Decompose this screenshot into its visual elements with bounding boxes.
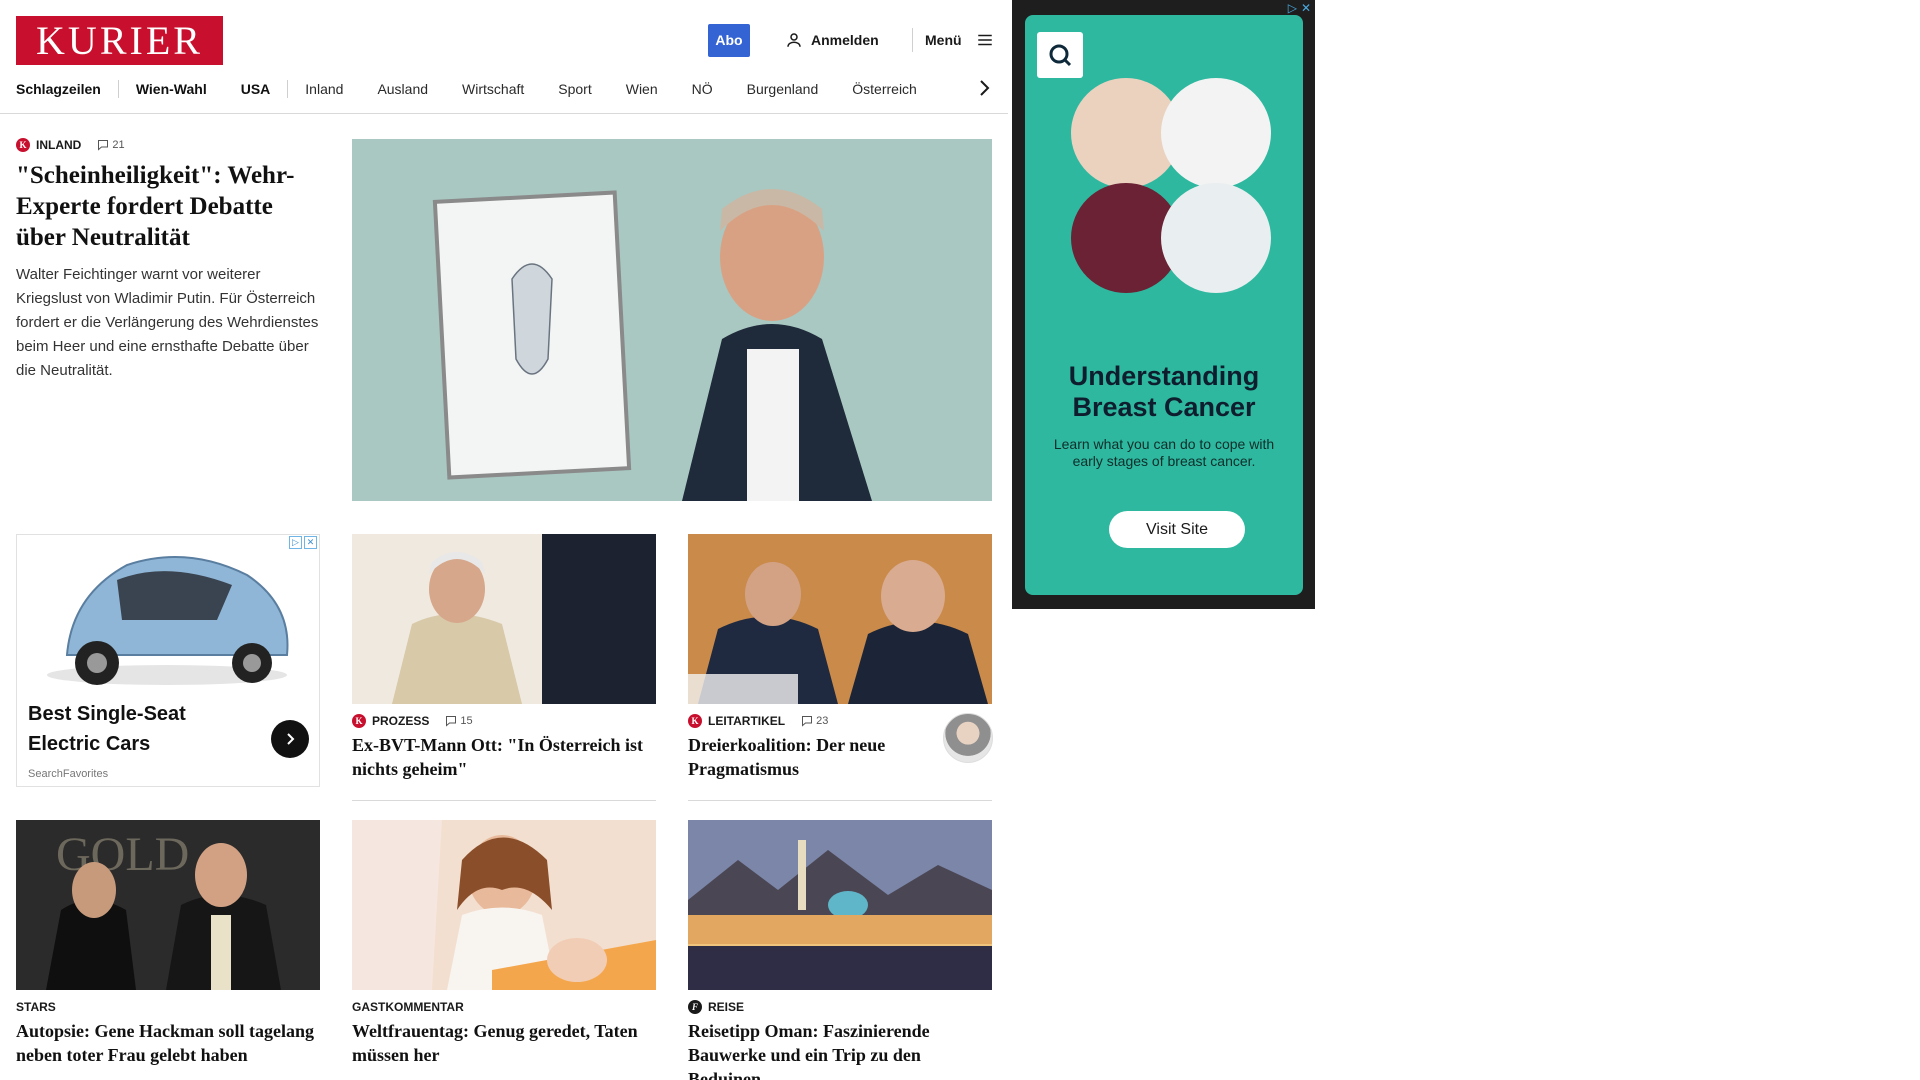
comment-icon [802, 716, 813, 727]
divider [912, 28, 913, 52]
ad-subtext: Learn what you can do to cope with early… [1053, 436, 1275, 469]
ad-title[interactable]: Best Single-Seat Electric Cars [28, 699, 248, 759]
lead-headline[interactable]: "Scheinheiligkeit": Wehr-Experte fordert… [16, 160, 320, 253]
abo-button[interactable]: Abo [708, 24, 750, 57]
ad-close-icon[interactable]: ✕ [1301, 1, 1311, 15]
article-headline[interactable]: Ex-BVT-Mann Ott: "In Österreich ist nich… [352, 733, 656, 781]
comment-icon [98, 140, 109, 151]
article-category[interactable]: LEITARTIKEL [708, 714, 785, 728]
kurier-k-icon: K [688, 714, 702, 728]
article-category-row: K PROZESS 15 [352, 714, 656, 728]
sponsored-ad-card[interactable]: ▷ ✕ Best Single-Seat Electric Cars Searc… [16, 534, 320, 787]
menu-label: Menü [925, 32, 962, 48]
nav-item-wien[interactable]: Wien [609, 81, 675, 97]
article-image-art [688, 534, 992, 704]
kurier-logo[interactable]: KURIER [16, 16, 223, 65]
ad-photo-bubble [1161, 78, 1271, 188]
magnifier-icon [1049, 44, 1072, 67]
hamburger-icon [977, 34, 992, 46]
nav-item-wirtschaft[interactable]: Wirtschaft [445, 81, 541, 97]
article-image[interactable] [352, 820, 656, 990]
lead-image-art [352, 139, 992, 501]
article-card[interactable]: GASTKOMMENTAR Weltfrauentag: Genug gered… [352, 820, 656, 1067]
article-image-art [352, 534, 656, 704]
lead-teaser: Walter Feichtinger warnt vor weiterer Kr… [16, 266, 319, 379]
article-image[interactable]: GOLD [16, 820, 320, 990]
article-category[interactable]: PROZESS [372, 714, 429, 728]
user-icon [787, 33, 801, 47]
ad-arrow-button[interactable] [271, 720, 309, 758]
lead-category-row: K INLAND 21 [16, 138, 320, 152]
article-category[interactable]: REISE [708, 1000, 744, 1014]
advertiser-logo[interactable] [1037, 32, 1083, 78]
comment-count-value: 15 [460, 715, 473, 727]
electric-car-image [17, 535, 319, 695]
article-image-art [688, 820, 992, 990]
comment-count[interactable]: 23 [801, 715, 828, 727]
ad-choices[interactable]: ▷ ✕ [1288, 1, 1311, 15]
nav-item-ausland[interactable]: Ausland [360, 81, 445, 97]
lead-image[interactable] [352, 139, 992, 501]
article-headline[interactable]: Autopsie: Gene Hackman soll tagelang neb… [16, 1019, 320, 1067]
article-image-art [352, 820, 656, 990]
article-image[interactable] [688, 820, 992, 990]
svg-text:GOLD: GOLD [56, 828, 189, 881]
comment-icon [446, 716, 457, 727]
nav-item-wien-wahl[interactable]: Wien-Wahl [119, 81, 224, 97]
article-category-row: STARS [16, 1000, 320, 1014]
nav-item-sport[interactable]: Sport [541, 81, 608, 97]
nav-item-usa[interactable]: USA [224, 81, 288, 97]
ad-info-icon[interactable]: ▷ [1288, 1, 1297, 15]
nav-item-inland[interactable]: Inland [288, 81, 360, 97]
article-category[interactable]: GASTKOMMENTAR [352, 1000, 464, 1014]
kurier-k-icon: K [16, 138, 30, 152]
menu-button[interactable]: Menü [925, 28, 994, 52]
ad-source: SearchFavorites [28, 768, 109, 780]
divider [352, 800, 656, 801]
article-category-row: GASTKOMMENTAR [352, 1000, 656, 1014]
site-header: KURIER Abo Anmelden Menü Schlagzeilen Wi… [0, 0, 1008, 114]
lead-category[interactable]: INLAND [36, 138, 81, 152]
section-nav: Schlagzeilen Wien-Wahl USA Inland Auslan… [16, 76, 934, 102]
ad-image[interactable] [17, 535, 319, 695]
nav-item-oesterreich[interactable]: Österreich [835, 81, 934, 97]
reise-f-icon: f [688, 1000, 702, 1014]
article-image[interactable] [688, 534, 992, 704]
nav-item-schlagzeilen[interactable]: Schlagzeilen [16, 81, 118, 97]
ad-info-icon[interactable]: ▷ [289, 536, 302, 549]
article-image[interactable] [352, 534, 656, 704]
comment-count-value: 21 [112, 139, 125, 151]
article-category[interactable]: STARS [16, 1000, 56, 1014]
comment-count[interactable]: 21 [97, 139, 125, 151]
article-card[interactable]: K PROZESS 15 Ex-BVT-Mann Ott: "In Österr… [352, 534, 656, 781]
ad-choices[interactable]: ▷ ✕ [289, 536, 317, 549]
article-headline[interactable]: Weltfrauentag: Genug geredet, Taten müss… [352, 1019, 656, 1067]
article-category-row: f REISE [688, 1000, 992, 1014]
article-card[interactable]: f REISE Reisetipp Oman: Faszinierende Ba… [688, 820, 992, 1080]
nav-item-noe[interactable]: NÖ [675, 81, 730, 97]
author-avatar[interactable] [943, 713, 993, 763]
ad-photo-bubble [1161, 183, 1271, 293]
chevron-right-icon[interactable] [976, 78, 992, 98]
article-card[interactable]: GOLD STARS Autopsie: Gene Hackman soll t… [16, 820, 320, 1067]
login-button[interactable]: Anmelden [785, 28, 879, 52]
lead-article[interactable]: K INLAND 21 "Scheinheiligkeit": Wehr-Exp… [16, 138, 320, 383]
kurier-k-icon: K [352, 714, 366, 728]
display-ad[interactable]: ▷ ✕ Understanding Breast Cancer Learn wh… [1012, 0, 1315, 609]
article-headline[interactable]: Dreierkoalition: Der neue Pragmatismus [688, 733, 918, 781]
ad-close-icon[interactable]: ✕ [304, 536, 317, 549]
article-headline[interactable]: Reisetipp Oman: Faszinierende Bauwerke u… [688, 1019, 992, 1080]
ad-panel: Understanding Breast Cancer Learn what y… [1025, 15, 1303, 595]
article-image-art: GOLD [16, 820, 320, 990]
chevron-right-icon [287, 733, 295, 745]
visit-site-button[interactable]: Visit Site [1109, 511, 1245, 548]
login-label: Anmelden [811, 32, 879, 48]
divider [688, 800, 992, 801]
ad-headline[interactable]: Understanding Breast Cancer [1025, 361, 1303, 423]
comment-count-value: 23 [816, 715, 829, 727]
comment-count[interactable]: 15 [445, 715, 473, 727]
nav-item-burgenland[interactable]: Burgenland [730, 81, 836, 97]
